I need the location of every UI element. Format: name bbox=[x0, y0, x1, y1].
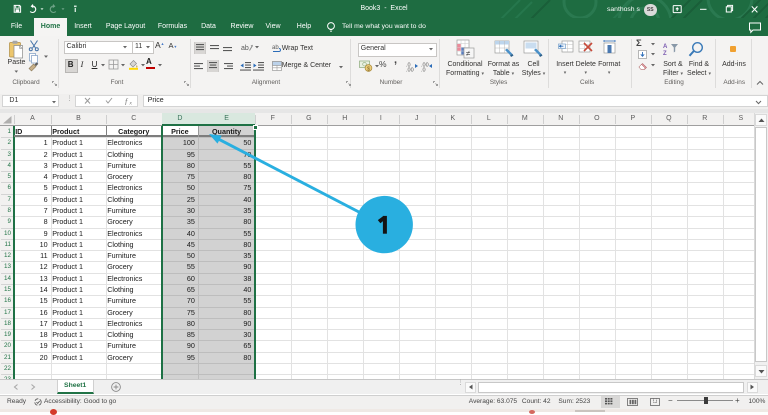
svg-text:f: f bbox=[125, 97, 129, 105]
svg-text:$: $ bbox=[367, 66, 370, 72]
svg-text:A: A bbox=[663, 44, 668, 50]
svg-text:≠: ≠ bbox=[466, 49, 471, 58]
svg-text:.0: .0 bbox=[421, 67, 426, 72]
svg-text:ab: ab bbox=[272, 45, 279, 51]
svg-text:x: x bbox=[129, 101, 133, 106]
svg-text:Z: Z bbox=[663, 51, 667, 56]
svg-text:ab: ab bbox=[241, 45, 249, 52]
svg-text:.00: .00 bbox=[406, 67, 414, 72]
